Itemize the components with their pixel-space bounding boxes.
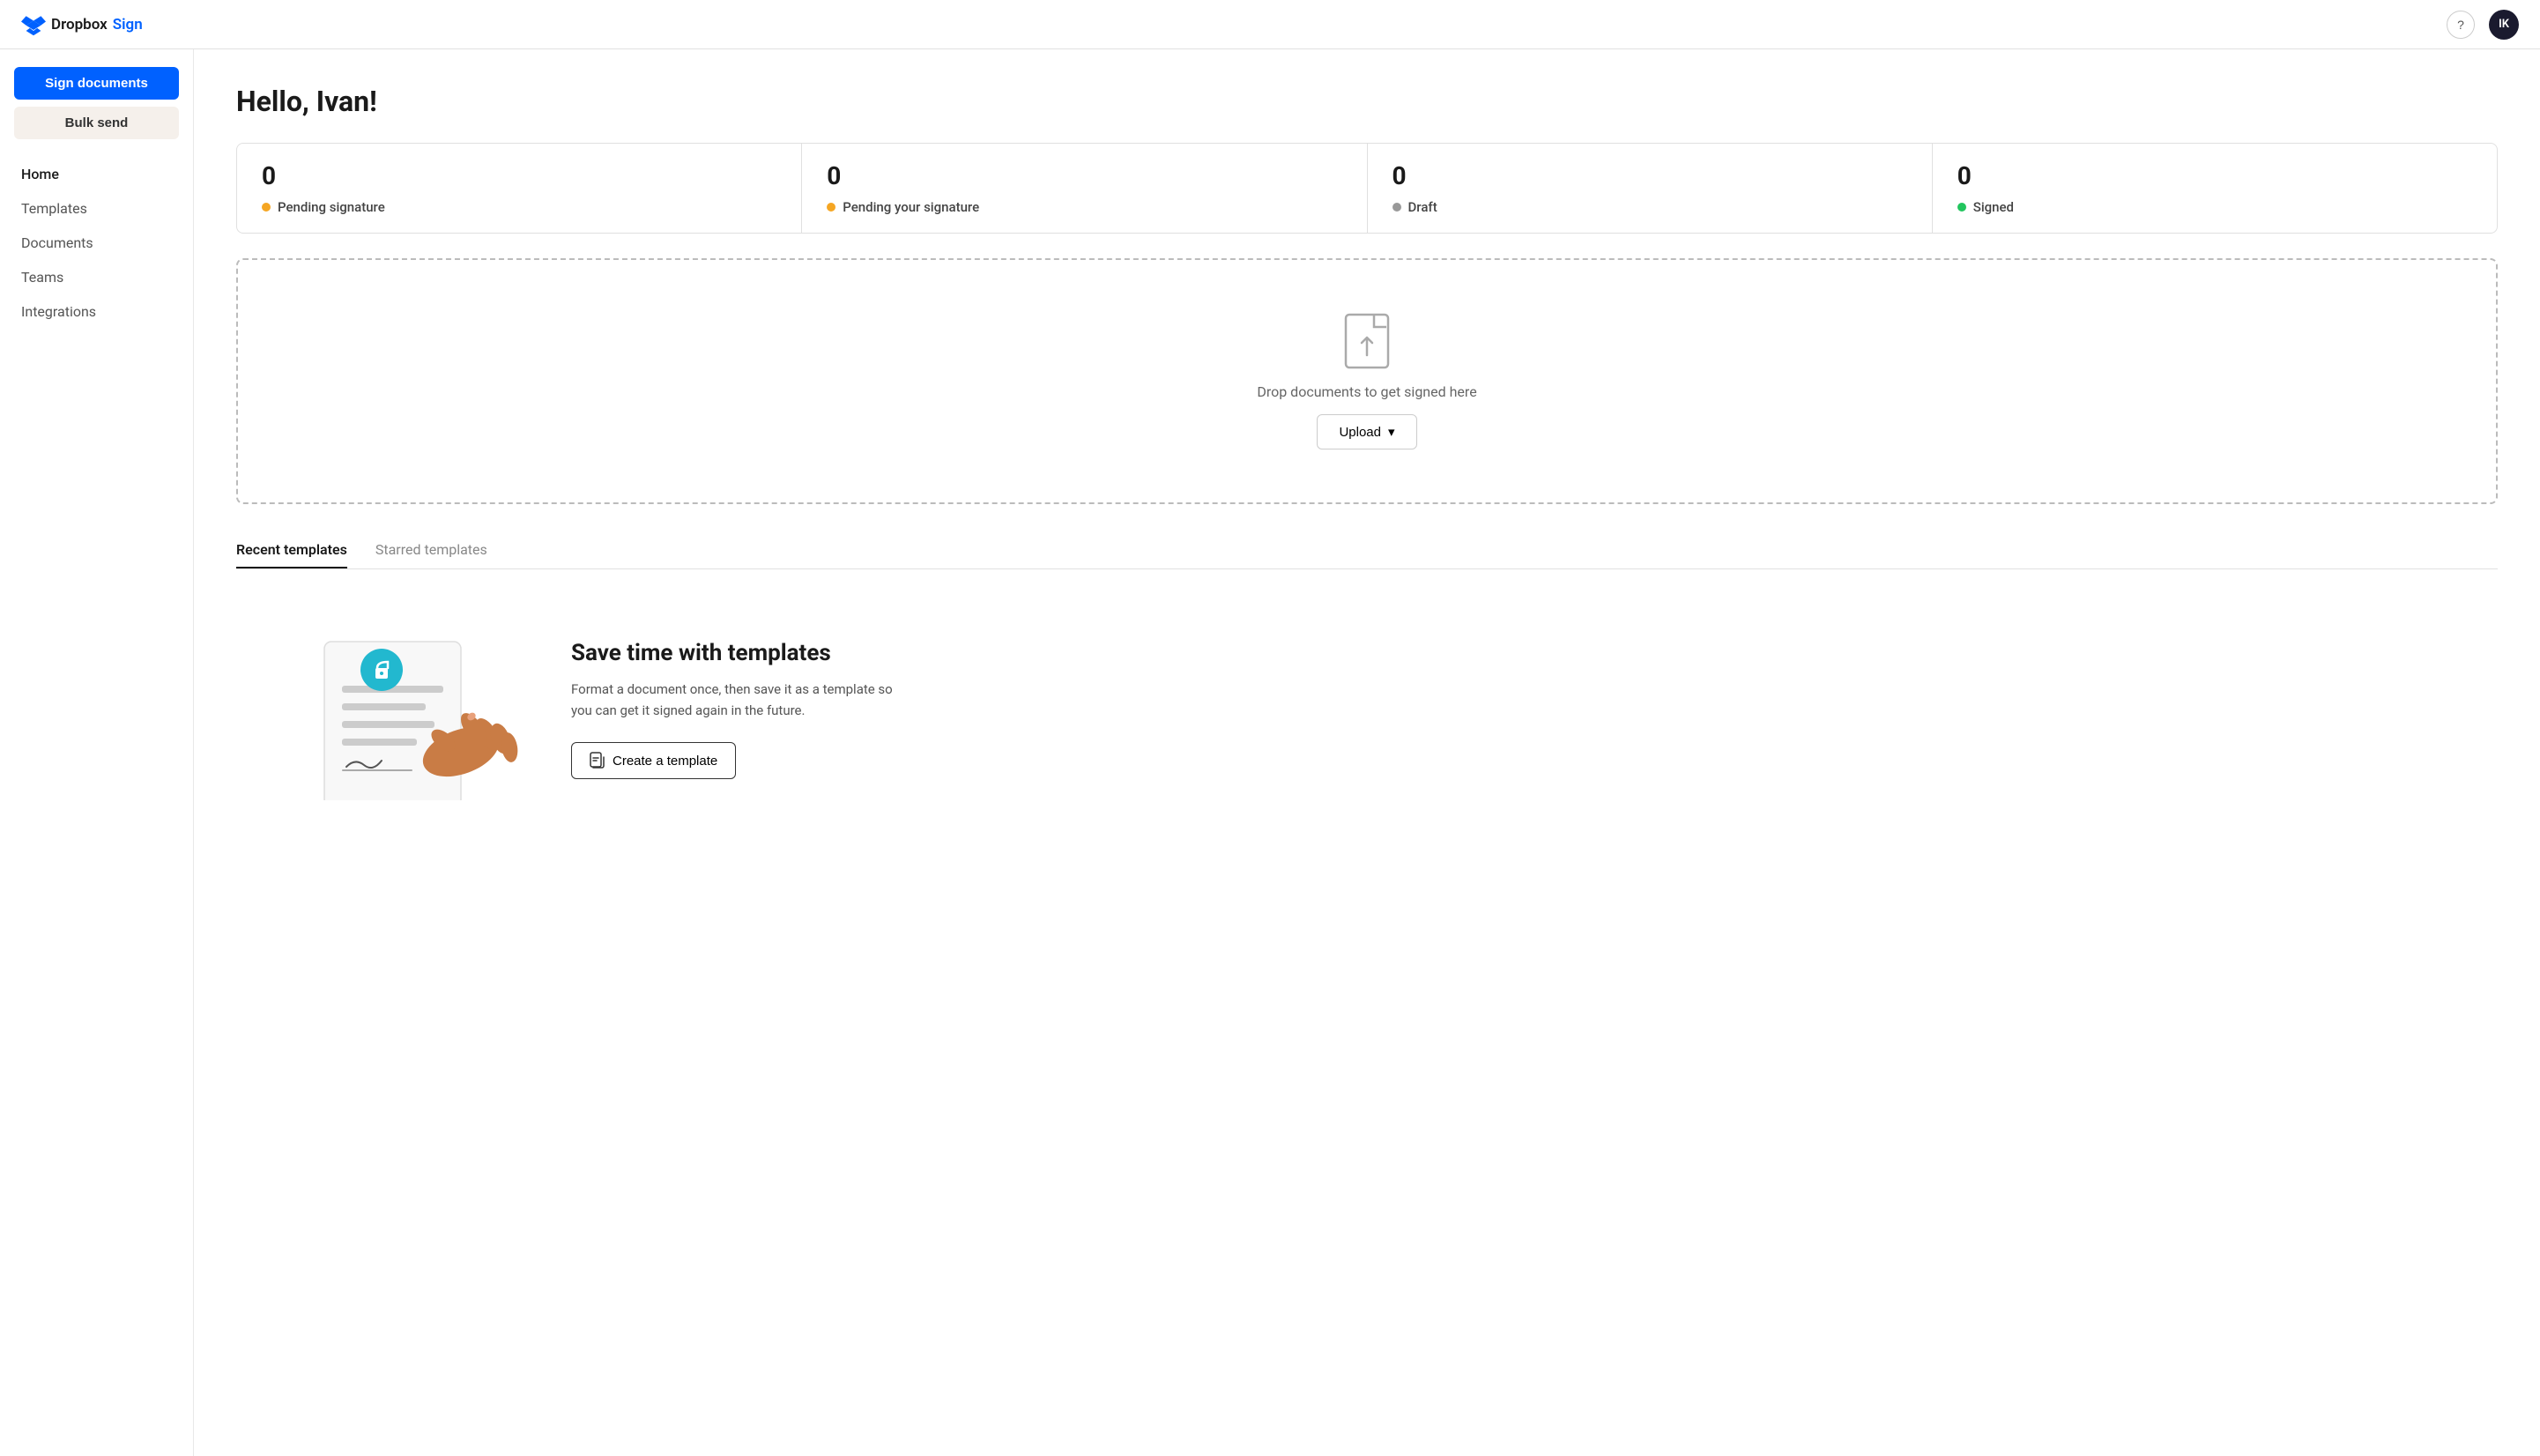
promo-illustration: [289, 615, 518, 804]
greeting: Hello, Ivan!: [236, 85, 2498, 118]
tab-starred-templates[interactable]: Starred templates: [375, 532, 487, 568]
create-template-label: Create a template: [613, 754, 717, 769]
app-container: Dropbox Sign ? IK Sign documents Bulk se…: [0, 0, 2540, 1456]
drop-zone-text: Drop documents to get signed here: [1257, 383, 1476, 400]
promo-heading: Save time with templates: [571, 640, 906, 666]
logo: Dropbox Sign: [21, 12, 143, 37]
sidebar-buttons: Sign documents Bulk send: [0, 67, 193, 157]
dot-yellow-1: [262, 203, 271, 212]
stat-pending-signature-label: Pending signature: [262, 199, 776, 215]
main-layout: Sign documents Bulk send Home Templates …: [0, 49, 2540, 1456]
upload-button-label: Upload: [1339, 425, 1381, 440]
logo-dropbox-text: Dropbox: [51, 16, 108, 33]
sidebar-item-home[interactable]: Home: [0, 157, 193, 191]
stats-row: 0 Pending signature 0 Pending your signa…: [236, 143, 2498, 234]
dropbox-logo-icon: [21, 12, 46, 37]
sidebar-item-templates[interactable]: Templates: [0, 191, 193, 226]
create-template-button[interactable]: Create a template: [571, 742, 736, 779]
sidebar-item-integrations[interactable]: Integrations: [0, 294, 193, 329]
stat-signed-count: 0: [1957, 161, 2472, 190]
signed-text: Signed: [1973, 199, 2014, 215]
tab-recent-label: Recent templates: [236, 541, 347, 558]
sidebar-item-teams[interactable]: Teams: [0, 260, 193, 294]
stat-draft-label: Draft: [1393, 199, 1907, 215]
top-bar-right: ? IK: [2447, 10, 2519, 40]
tab-recent-templates[interactable]: Recent templates: [236, 532, 347, 568]
pending-signature-text: Pending signature: [278, 199, 385, 215]
stat-pending-your-label: Pending your signature: [827, 199, 1341, 215]
avatar-initials: IK: [2499, 18, 2509, 31]
stat-draft-count: 0: [1393, 161, 1907, 190]
help-button[interactable]: ?: [2447, 11, 2475, 39]
upload-file-icon: [1344, 313, 1390, 369]
main-content: Hello, Ivan! 0 Pending signature 0 Pendi…: [194, 49, 2540, 1456]
sidebar-item-documents[interactable]: Documents: [0, 226, 193, 260]
bulk-send-button[interactable]: Bulk send: [14, 107, 179, 139]
template-illustration-svg: [289, 615, 518, 800]
sidebar-nav: Home Templates Documents Teams Integrati…: [0, 157, 193, 329]
dot-gray: [1393, 203, 1401, 212]
logo-sign-text: Sign: [113, 16, 143, 33]
drop-zone[interactable]: Drop documents to get signed here Upload…: [236, 258, 2498, 504]
stat-signed-label: Signed: [1957, 199, 2472, 215]
promo-text: Save time with templates Format a docume…: [571, 640, 906, 779]
dot-yellow-2: [827, 203, 836, 212]
create-template-icon: [590, 752, 605, 769]
upload-chevron-icon: ▾: [1388, 424, 1395, 440]
tabs-bar: Recent templates Starred templates: [236, 532, 2498, 569]
draft-text: Draft: [1408, 199, 1437, 215]
template-promo: Save time with templates Format a docume…: [236, 598, 2498, 804]
stat-pending-your-signature: 0 Pending your signature: [802, 144, 1367, 233]
sign-documents-button[interactable]: Sign documents: [14, 67, 179, 100]
help-icon: ?: [2457, 18, 2464, 32]
tab-starred-label: Starred templates: [375, 541, 487, 558]
promo-body: Format a document once, then save it as …: [571, 679, 906, 721]
top-bar: Dropbox Sign ? IK: [0, 0, 2540, 49]
sidebar: Sign documents Bulk send Home Templates …: [0, 49, 194, 1456]
stat-pending-signature: 0 Pending signature: [237, 144, 802, 233]
stat-signed: 0 Signed: [1933, 144, 2497, 233]
stat-pending-signature-count: 0: [262, 161, 776, 190]
dot-green: [1957, 203, 1966, 212]
avatar[interactable]: IK: [2489, 10, 2519, 40]
upload-button[interactable]: Upload ▾: [1317, 414, 1416, 449]
stat-pending-your-count: 0: [827, 161, 1341, 190]
pending-your-signature-text: Pending your signature: [843, 199, 979, 215]
stat-draft: 0 Draft: [1368, 144, 1933, 233]
